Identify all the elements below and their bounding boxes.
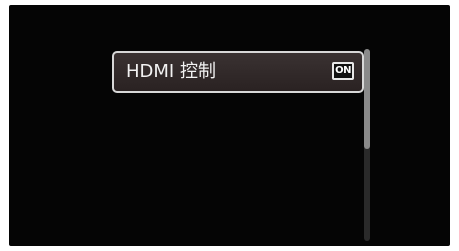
camera-menu-screen: HDMI 控制 ON (9, 5, 450, 246)
scrollbar-thumb[interactable] (364, 49, 370, 149)
menu-item-label: HDMI 控制 (126, 61, 216, 82)
menu-item-hdmi-control[interactable]: HDMI 控制 ON (112, 51, 364, 93)
scrollbar[interactable] (364, 49, 370, 241)
on-status-icon: ON (332, 62, 354, 80)
